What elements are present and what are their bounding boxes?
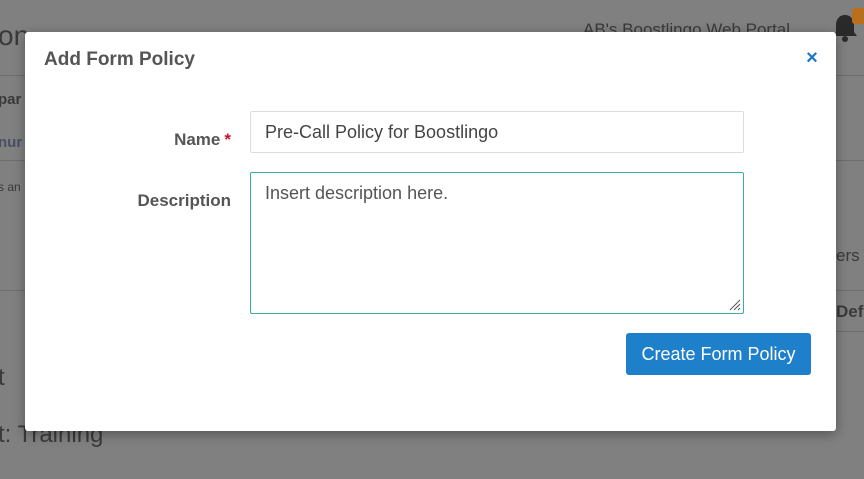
divider [836, 331, 864, 332]
notification-badge [852, 8, 864, 24]
description-placeholder: Insert description here. [265, 183, 449, 203]
name-field[interactable]: Pre-Call Policy for Boostlingo [250, 111, 744, 153]
dialog-title: Add Form Policy [44, 49, 195, 70]
create-form-policy-button[interactable]: Create Form Policy [626, 333, 811, 375]
background-text-fragment: par [0, 91, 22, 108]
background-text-fragment: nur [0, 134, 23, 151]
background-text-fragment: s an [0, 180, 21, 194]
close-icon[interactable]: × [803, 48, 821, 68]
description-label: Description [137, 191, 231, 210]
required-marker: * [224, 130, 231, 149]
name-label: Name * [145, 130, 231, 150]
background-text-fragment: t [0, 364, 5, 391]
description-field[interactable]: Insert description here. [250, 172, 744, 314]
dialog-header: Add Form Policy × [25, 32, 836, 88]
name-label-text: Name [174, 130, 221, 149]
resize-grip-icon[interactable] [727, 297, 741, 311]
background-text-fragment: Defa [836, 302, 864, 321]
background-text-fragment: ers [836, 246, 860, 265]
add-form-policy-dialog: Add Form Policy × Name * Pre-Call Policy … [25, 32, 836, 431]
